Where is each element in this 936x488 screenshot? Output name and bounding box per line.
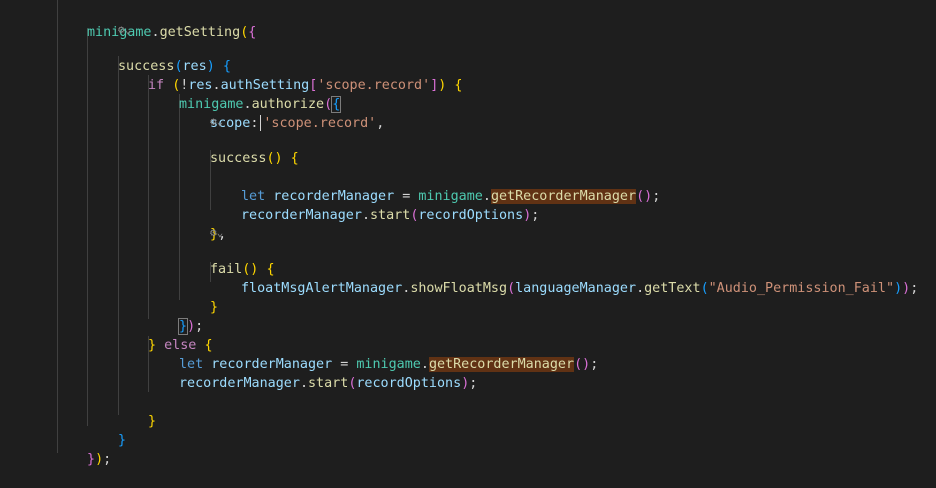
- indent-guide: [57, 0, 58, 453]
- variable-recordermanager: recorderManager: [241, 208, 362, 223]
- method-gettext: getText: [644, 281, 701, 296]
- keyword-if: if: [148, 78, 165, 93]
- code-line[interactable]: });: [0, 431, 111, 467]
- settings-gear-icon[interactable]: ⚙⌄: [210, 115, 223, 129]
- code-line[interactable]: recorderManager.start(recordOptions);: [0, 187, 539, 223]
- method-success: success: [118, 59, 175, 74]
- code-line[interactable]: }: [0, 412, 126, 448]
- param-res: res: [182, 59, 207, 74]
- method-authorize: authorize: [251, 97, 325, 112]
- code-line-active[interactable]: scope:'scope.record',: [0, 95, 384, 131]
- variable-recordoptions: recordOptions: [356, 376, 462, 391]
- method-start: start: [308, 376, 349, 391]
- method-success: success: [210, 151, 267, 166]
- settings-gear-icon[interactable]: ⚙⌄: [118, 23, 131, 37]
- method-fail: fail: [210, 262, 243, 277]
- settings-gear-icon[interactable]: ⚙⌄: [210, 226, 223, 240]
- method-start: start: [370, 208, 411, 223]
- code-line[interactable]: minigame.getSetting({: [0, 4, 256, 40]
- code-editor[interactable]: minigame.getSetting({ ⚙⌄ success(res) { …: [0, 0, 936, 467]
- indent-guide: [148, 75, 149, 319]
- variable-recordermanager: recorderManager: [211, 357, 333, 372]
- keyword-else: else: [164, 338, 197, 353]
- code-line[interactable]: let recorderManager = minigame.getRecord…: [0, 336, 598, 372]
- indent-guide: [118, 56, 119, 415]
- method-getrecordermanager: getRecorderManager: [490, 189, 637, 204]
- code-line[interactable]: success(res) {: [0, 38, 231, 74]
- indent-guide: [179, 94, 180, 300]
- code-line[interactable]: minigame.authorize({: [0, 76, 342, 113]
- code-line[interactable]: success() {: [0, 130, 299, 166]
- code-line[interactable]: } else {: [0, 317, 213, 353]
- method-getrecordermanager: getRecorderManager: [428, 357, 575, 372]
- text-cursor: [260, 115, 262, 131]
- method-getsetting: getSetting: [159, 25, 241, 40]
- variable-recordermanager: recorderManager: [273, 189, 395, 204]
- code-line[interactable]: let recorderManager = minigame.getRecord…: [0, 168, 660, 204]
- string-audio-permission-fail: "Audio_Permission_Fail": [708, 281, 895, 296]
- code-line[interactable]: fail() {: [0, 241, 275, 277]
- string-scope-record: 'scope.record': [317, 78, 431, 93]
- string-scope-record: 'scope.record': [263, 116, 377, 131]
- code-line[interactable]: recorderManager.start(recordOptions);: [0, 355, 477, 391]
- identifier-minigame: minigame: [356, 357, 421, 372]
- code-line[interactable]: }: [0, 393, 156, 429]
- keyword-let: let: [241, 189, 266, 204]
- code-line[interactable]: floatMsgAlertManager.showFloatMsg(langua…: [0, 260, 918, 296]
- identifier-minigame: minigame: [418, 189, 483, 204]
- identifier-res: res: [188, 78, 213, 93]
- code-line[interactable]: if (!res.authSetting['scope.record']) {: [0, 57, 462, 93]
- identifier-languagemanager: languageManager: [515, 281, 637, 296]
- indent-guide: [87, 28, 88, 426]
- code-line[interactable]: });: [0, 298, 203, 335]
- keyword-let: let: [179, 357, 204, 372]
- variable-recordoptions: recordOptions: [418, 208, 524, 223]
- code-line[interactable]: }: [0, 279, 218, 315]
- identifier-floatmsgalertmanager: floatMsgAlertManager: [241, 281, 403, 296]
- code-line[interactable]: },: [0, 206, 226, 242]
- identifier-minigame: minigame: [179, 97, 244, 112]
- variable-recordermanager: recorderManager: [179, 376, 300, 391]
- property-authsetting: authSetting: [220, 78, 310, 93]
- method-showfloatmsg: showFloatMsg: [410, 281, 508, 296]
